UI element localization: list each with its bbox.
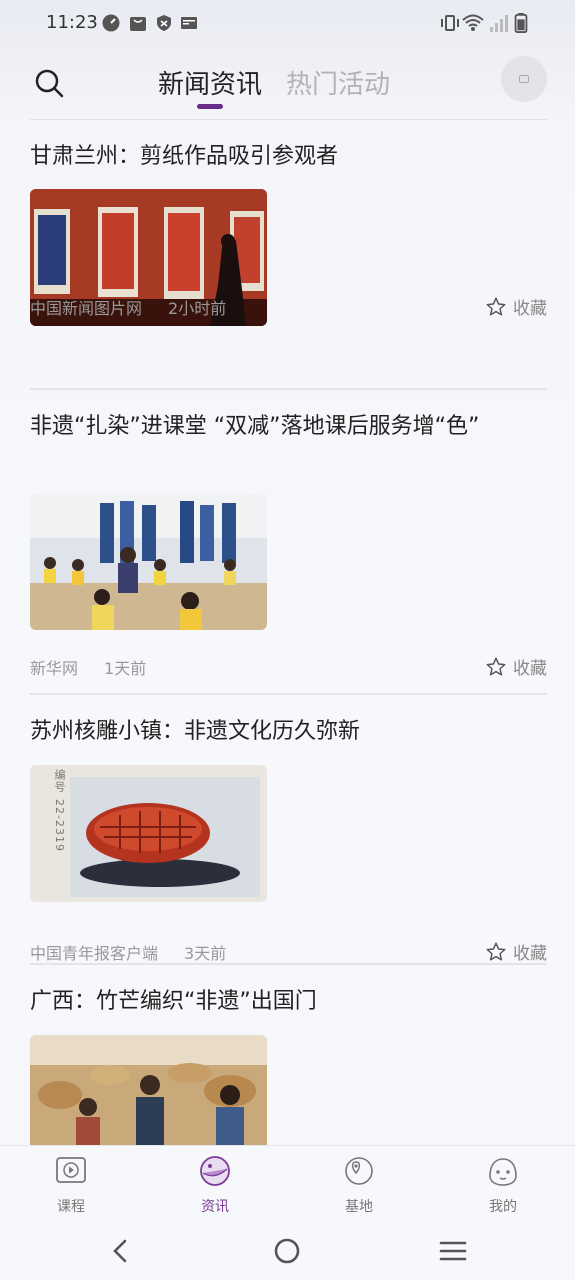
back-icon[interactable] xyxy=(106,1236,136,1266)
walnut-carving-photo[interactable]: 编号 22-2319 xyxy=(30,765,267,902)
system-nav-bar xyxy=(0,1220,575,1280)
news-time: 1天前 xyxy=(104,659,147,678)
vibrate-icon xyxy=(441,15,459,31)
news-meta: 中国新闻图片网 2小时前 xyxy=(30,295,226,319)
news-source: 中国新闻图片网 xyxy=(30,299,143,318)
wifi-icon xyxy=(462,14,484,31)
news-item[interactable]: 非遗“扎染”进课堂 “双减”落地课后服务增“色” 新华网 1天前 收藏 xyxy=(30,410,547,695)
nav-base[interactable]: 基地 xyxy=(319,1154,399,1216)
news-time: 2小时前 xyxy=(168,299,227,318)
nav-label: 我的 xyxy=(489,1199,517,1215)
favorite-label: 收藏 xyxy=(513,944,547,964)
tab-news[interactable]: 新闻资讯 xyxy=(158,64,262,101)
favorite-label: 收藏 xyxy=(513,659,547,679)
news-item[interactable]: 苏州核雕小镇：非遗文化历久弥新 编号 22-2319 中国青年报客户端 3天前 收… xyxy=(30,715,547,965)
search-icon[interactable] xyxy=(30,64,70,104)
news-source: 中国青年报客户端 xyxy=(30,944,159,963)
news-title[interactable]: 广西：竹芒编织“非遗”出国门 xyxy=(30,985,547,1019)
active-tab-indicator xyxy=(197,104,223,109)
item-divider xyxy=(30,693,547,695)
star-icon xyxy=(486,297,506,316)
header: 新闻资讯 热门活动 xyxy=(0,50,575,120)
news-time: 3天前 xyxy=(184,944,227,963)
nav-label: 课程 xyxy=(57,1199,85,1215)
news-title[interactable]: 甘肃兰州：剪纸作品吸引参观者 xyxy=(30,140,547,174)
photo-number: 22-2319 xyxy=(53,799,66,852)
news-meta: 中国青年报客户端 3天前 xyxy=(30,940,226,964)
battery-icon xyxy=(514,13,528,33)
news-title[interactable]: 苏州核雕小镇：非遗文化历久弥新 xyxy=(30,715,547,749)
bag-icon xyxy=(130,17,146,31)
card-icon xyxy=(181,17,197,29)
news-feed[interactable]: 甘肃兰州：剪纸作品吸引参观者 中国新闻图片网 2小时前 收藏 非遗“扎染”进课堂… xyxy=(0,120,575,1145)
bamboo-weaving-photo[interactable] xyxy=(30,1035,267,1145)
star-icon xyxy=(486,942,506,961)
nav-label: 资讯 xyxy=(201,1199,229,1215)
news-icon xyxy=(200,1156,230,1186)
status-time: 11:23 xyxy=(46,12,98,33)
news-meta: 新华网 1天前 xyxy=(30,655,146,679)
bottom-nav: 课程 资讯 基地 我的 xyxy=(0,1145,575,1220)
avatar-placeholder-icon xyxy=(519,75,529,83)
shield-icon xyxy=(157,15,171,31)
nav-profile[interactable]: 我的 xyxy=(463,1154,543,1216)
favorite-button[interactable]: 收藏 xyxy=(485,939,547,964)
location-icon xyxy=(345,1157,373,1185)
tab-hot-activities[interactable]: 热门活动 xyxy=(286,64,390,101)
signal-icon xyxy=(490,15,508,32)
nav-label: 基地 xyxy=(345,1199,373,1215)
news-title[interactable]: 非遗“扎染”进课堂 “双减”落地课后服务增“色” xyxy=(30,410,520,444)
play-icon xyxy=(56,1157,86,1183)
speedometer-icon xyxy=(102,14,120,32)
news-source: 新华网 xyxy=(30,659,79,678)
nav-course[interactable]: 课程 xyxy=(31,1154,111,1216)
nav-news[interactable]: 资讯 xyxy=(175,1154,255,1216)
menu-icon[interactable] xyxy=(438,1236,468,1266)
news-item[interactable]: 甘肃兰州：剪纸作品吸引参观者 中国新闻图片网 2小时前 收藏 xyxy=(30,140,547,390)
item-divider xyxy=(30,388,547,390)
status-bar: 11:23 xyxy=(0,0,575,46)
favorite-button[interactable]: 收藏 xyxy=(485,294,547,319)
favorite-button[interactable]: 收藏 xyxy=(485,654,547,679)
photo-label: 编号 xyxy=(53,769,66,793)
item-divider xyxy=(30,963,547,965)
home-icon[interactable] xyxy=(272,1236,302,1266)
profile-icon xyxy=(489,1158,517,1186)
favorite-label: 收藏 xyxy=(513,299,547,319)
news-item[interactable]: 广西：竹芒编织“非遗”出国门 xyxy=(30,985,547,1145)
avatar[interactable] xyxy=(501,56,547,102)
star-icon xyxy=(486,657,506,676)
classroom-tie-dye-photo[interactable] xyxy=(30,493,267,630)
